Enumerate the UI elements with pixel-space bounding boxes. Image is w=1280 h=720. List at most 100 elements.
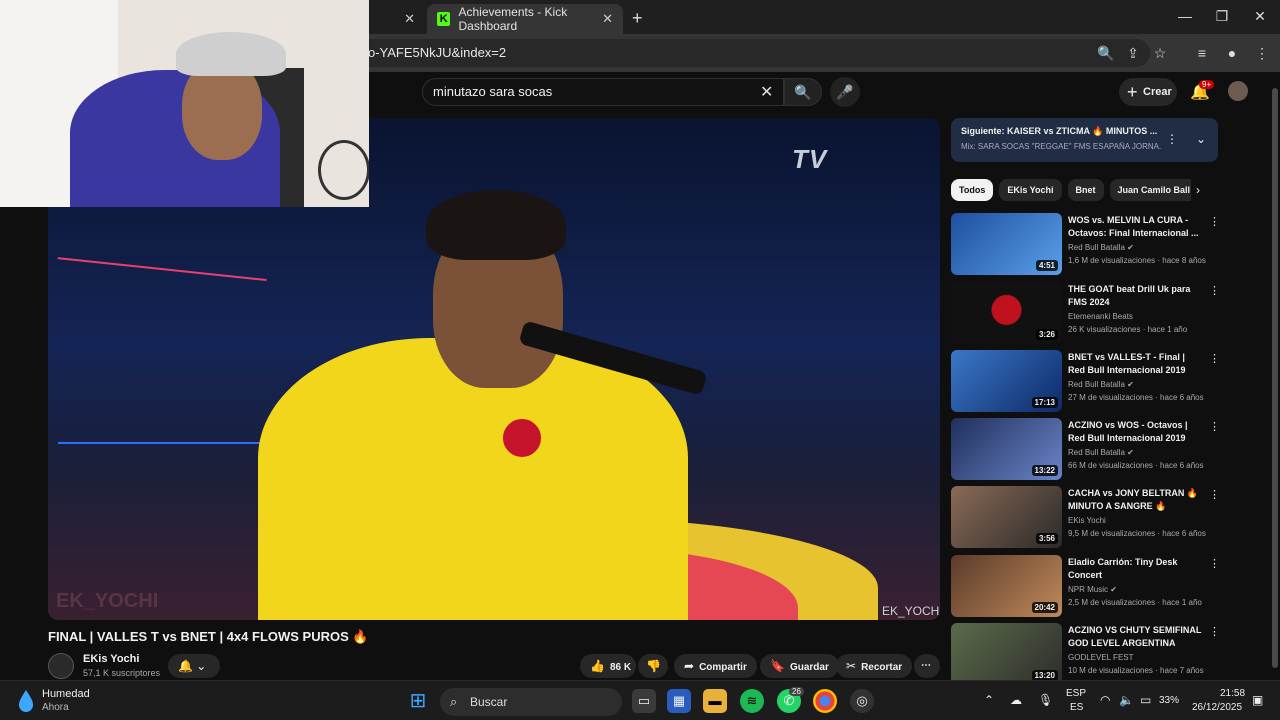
account-avatar[interactable] <box>1228 81 1248 101</box>
kick-favicon-icon: K <box>437 12 451 26</box>
volume-icon[interactable]: 🔈 <box>1119 693 1134 707</box>
chevron-down-icon[interactable]: ⌄ <box>1196 132 1206 146</box>
more-vert-icon[interactable]: ⋮ <box>1209 420 1220 433</box>
next-up-panel[interactable]: Siguiente: KAISER vs ZTICMA 🔥 MINUTOS ..… <box>951 118 1218 162</box>
list-item[interactable]: 4:51 WOS vs. MELVIN LA CURA - Octavos: F… <box>951 213 1221 275</box>
list-item[interactable]: 20:42 Eladio Carrión: Tiny Desk Concert … <box>951 555 1221 617</box>
next-up-title: Siguiente: KAISER vs ZTICMA 🔥 MINUTOS ..… <box>961 126 1158 136</box>
weather-title[interactable]: Humedad <box>42 688 90 700</box>
whatsapp-badge: 26 <box>789 687 804 696</box>
maximize-icon[interactable]: ❐ <box>1212 8 1232 25</box>
like-button[interactable]: 👍 86 K <box>580 654 636 678</box>
search-input[interactable]: minutazo sara socas <box>422 78 784 106</box>
share-button[interactable]: ➦ Compartir <box>674 654 757 678</box>
duration-badge: 20:42 <box>1031 602 1058 613</box>
chevron-down-icon: ⌄ <box>196 659 207 673</box>
save-button[interactable]: 🔖 Guardar <box>760 654 839 678</box>
subscription-bell-button[interactable]: 🔔 ⌄ <box>168 654 220 678</box>
chip-ekis-yochi[interactable]: EKis Yochi <box>999 179 1062 201</box>
onedrive-icon[interactable]: ☁ <box>1010 693 1022 707</box>
zoom-icon[interactable]: 🔍 <box>1097 44 1115 62</box>
watermark-left: EK_YOCHI <box>56 590 159 612</box>
list-item[interactable]: 3:26 THE GOAT beat Drill Uk para FMS 202… <box>951 282 1221 344</box>
chevron-right-icon[interactable]: › <box>1196 183 1200 197</box>
windows-start-icon[interactable]: ⊞ <box>406 689 430 713</box>
channel-avatar[interactable] <box>48 653 74 679</box>
list-item[interactable]: 17:13 BNET vs VALLES-T - Final | Red Bul… <box>951 350 1221 412</box>
tab-close-icon[interactable]: ✕ <box>602 11 613 27</box>
more-vert-icon[interactable]: ⋮ <box>1209 352 1220 365</box>
weather-subtitle: Ahora <box>42 702 69 713</box>
address-bar[interactable]: o-YAFE5NkJU&index=2 <box>300 39 1150 67</box>
wifi-icon[interactable]: ◠ <box>1100 693 1110 707</box>
tab-close-icon[interactable]: ✕ <box>404 11 415 27</box>
video-thumbnail[interactable]: 13:20 <box>951 623 1062 680</box>
video-title: ACZINO VS CHUTY SEMIFINAL GOD LEVEL ARGE… <box>1068 625 1202 648</box>
bookmark-star-icon[interactable]: ☆ <box>1151 44 1169 62</box>
minimize-icon[interactable]: — <box>1175 8 1195 24</box>
battery-icon[interactable]: ▭ <box>1140 693 1151 707</box>
media-controls-icon[interactable]: ≡ <box>1193 44 1211 62</box>
more-vert-icon[interactable]: ⋮ <box>1209 488 1220 501</box>
channel-name: Etemenanki Beats <box>1068 312 1133 321</box>
share-label: Compartir <box>699 662 747 673</box>
install-icon[interactable]: ⇪ <box>1124 44 1142 62</box>
more-vert-icon[interactable]: ⋮ <box>1209 284 1220 297</box>
language-top[interactable]: ESP <box>1066 688 1086 699</box>
dislike-button[interactable]: 👎 <box>638 654 668 678</box>
search-button[interactable]: 🔍 <box>784 78 822 106</box>
channel-name: NPR Music ✔ <box>1068 585 1117 594</box>
voice-search-button[interactable]: 🎤 <box>830 77 860 107</box>
duration-badge: 3:56 <box>1035 533 1058 544</box>
clear-search-icon[interactable]: ✕ <box>760 82 773 102</box>
more-actions-button[interactable]: ⋯ <box>914 654 940 678</box>
video-thumbnail[interactable]: 20:42 <box>951 555 1062 617</box>
chip-todos[interactable]: Todos <box>951 179 994 201</box>
list-item[interactable]: 13:22 ACZINO vs WOS - Octavos | Red Bull… <box>951 418 1221 480</box>
create-button[interactable]: + Crear <box>1119 78 1177 106</box>
chip-juan-camilo[interactable]: Juan Camilo Ball <box>1109 179 1191 201</box>
channel-name[interactable]: EKis Yochi <box>83 653 139 665</box>
video-thumbnail[interactable]: 13:22 <box>951 418 1062 480</box>
more-vert-icon[interactable]: ⋮ <box>1209 625 1220 638</box>
shirt-crest <box>500 416 544 460</box>
chrome-menu-icon[interactable]: ⋮ <box>1253 44 1271 62</box>
spotify-icon[interactable]: ≋ <box>740 689 764 713</box>
video-thumbnail[interactable]: 3:56 <box>951 486 1062 548</box>
list-item[interactable]: 13:20 ACZINO VS CHUTY SEMIFINAL GOD LEVE… <box>951 623 1221 680</box>
language-bottom: ES <box>1070 702 1084 713</box>
store-icon[interactable]: ▦ <box>667 689 691 713</box>
humidity-icon[interactable] <box>16 689 36 713</box>
scissors-icon: ✂ <box>846 659 857 673</box>
video-thumbnail[interactable]: 3:26 <box>951 282 1062 344</box>
more-vert-icon[interactable]: ⋮ <box>1166 132 1178 146</box>
video-meta: 2,5 M de visualizaciones · hace 1 año <box>1068 598 1202 607</box>
taskbar-search[interactable]: ⌕ Buscar <box>440 688 622 716</box>
more-vert-icon[interactable]: ⋮ <box>1209 215 1220 228</box>
tray-overflow-icon[interactable]: ⌃ <box>984 693 994 707</box>
video-thumbnail[interactable]: 4:51 <box>951 213 1062 275</box>
profile-icon[interactable]: ● <box>1223 44 1241 62</box>
chrome-icon[interactable] <box>813 689 837 713</box>
scrollbar-thumb[interactable] <box>1272 88 1278 668</box>
video-thumbnail[interactable]: 17:13 <box>951 350 1062 412</box>
video-meta: 1,6 M de visualizaciones · hace 8 años <box>1068 256 1206 265</box>
tab-kick-dashboard[interactable]: K Achievements - Kick Dashboard ✕ <box>427 4 623 34</box>
window-close-icon[interactable]: ✕ <box>1250 8 1270 25</box>
thumbs-down-icon: 👎 <box>646 659 661 673</box>
like-count: 86 K <box>609 662 632 673</box>
notification-center-icon[interactable]: ▣ <box>1252 693 1263 707</box>
clip-button[interactable]: ✂ Recortar <box>836 654 913 678</box>
save-label: Guardar <box>789 662 829 673</box>
new-tab-icon[interactable]: + <box>632 8 643 29</box>
obs-icon[interactable]: ◎ <box>850 689 874 713</box>
search-icon: 🔍 <box>794 84 812 100</box>
more-vert-icon[interactable]: ⋮ <box>1209 557 1220 570</box>
file-explorer-icon[interactable]: ▬ <box>703 689 727 713</box>
task-view-icon[interactable]: ▭ <box>632 689 656 713</box>
mic-icon[interactable]: 🎙 <box>1038 693 1053 707</box>
chip-bnet[interactable]: Bnet <box>1067 179 1104 201</box>
list-item[interactable]: 3:56 CACHA vs JONY BELTRAN 🔥 MINUTO A SA… <box>951 486 1221 548</box>
clock-time[interactable]: 21:58 <box>1220 688 1245 699</box>
clock-date: 26/12/2025 <box>1192 702 1243 713</box>
